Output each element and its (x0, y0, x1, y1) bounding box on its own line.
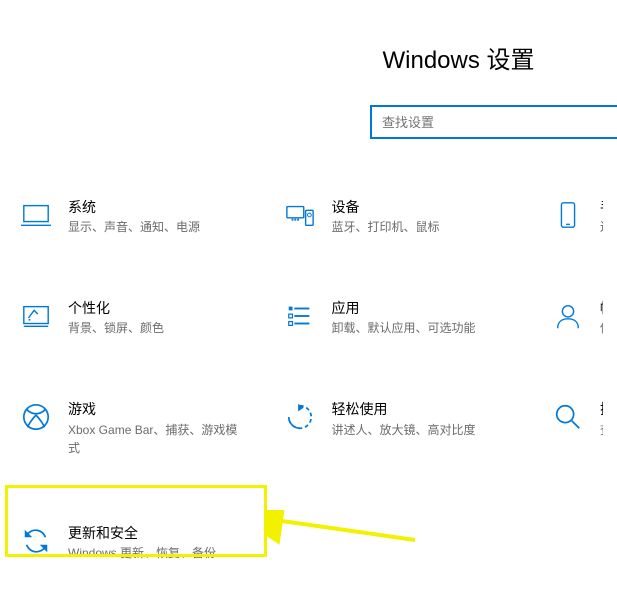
tile-subtitle: 查 (600, 421, 603, 439)
tile-subtitle: 连 (600, 218, 603, 236)
tile-system[interactable]: 系统 显示、声音、通知、电源 (15, 194, 249, 240)
tile-title: 搜 (600, 400, 603, 418)
tile-title: 个性化 (68, 299, 245, 317)
page-title: Windows 设置 (300, 40, 617, 75)
tile-title: 游戏 (68, 400, 245, 418)
search-input[interactable] (370, 105, 617, 139)
tile-subtitle: 显示、声音、通知、电源 (68, 218, 245, 236)
tile-accounts[interactable]: 帐 你置 (547, 295, 607, 341)
tile-title: 系统 (68, 198, 245, 216)
tile-subtitle: Windows 更新、恢复、备份 (68, 544, 261, 562)
tile-phone[interactable]: 手 连 (547, 194, 607, 240)
update-icon (19, 524, 53, 558)
personalization-icon (19, 299, 53, 333)
tile-subtitle: 蓝牙、打印机、鼠标 (332, 218, 509, 236)
system-icon (19, 198, 53, 232)
tile-title: 帐 (600, 299, 603, 317)
tile-subtitle: Xbox Game Bar、捕获、游戏模式 (68, 421, 245, 457)
tile-subtitle: 背景、锁屏、颜色 (68, 319, 245, 337)
accounts-icon (551, 299, 585, 333)
tile-title: 应用 (332, 299, 509, 317)
phone-icon (551, 198, 585, 232)
tile-title: 手 (600, 198, 603, 216)
tile-gaming[interactable]: 游戏 Xbox Game Bar、捕获、游戏模式 (15, 396, 249, 460)
tile-update-security[interactable]: 更新和安全 Windows 更新、恢复、备份 (15, 516, 265, 570)
settings-grid: 系统 显示、声音、通知、电源 设备 蓝牙、打印机、鼠标 手 连 (0, 194, 617, 570)
tile-apps[interactable]: 应用 卸载、默认应用、可选功能 (279, 295, 513, 341)
settings-header: Windows 设置 (0, 0, 617, 139)
gaming-icon (19, 400, 53, 434)
tile-subtitle: 你置 (600, 319, 603, 337)
tile-title: 轻松使用 (332, 400, 509, 418)
tile-title: 设备 (332, 198, 509, 216)
devices-icon (283, 198, 317, 232)
tile-subtitle: 讲述人、放大镜、高对比度 (332, 421, 509, 439)
tile-devices[interactable]: 设备 蓝牙、打印机、鼠标 (279, 194, 513, 240)
tile-personalization[interactable]: 个性化 背景、锁屏、颜色 (15, 295, 249, 341)
ease-of-access-icon (283, 400, 317, 434)
tile-ease-of-access[interactable]: 轻松使用 讲述人、放大镜、高对比度 (279, 396, 513, 460)
apps-icon (283, 299, 317, 333)
tile-search[interactable]: 搜 查 (547, 396, 607, 460)
tile-subtitle: 卸载、默认应用、可选功能 (332, 319, 509, 337)
tile-title: 更新和安全 (68, 524, 261, 542)
search-icon (551, 400, 585, 434)
